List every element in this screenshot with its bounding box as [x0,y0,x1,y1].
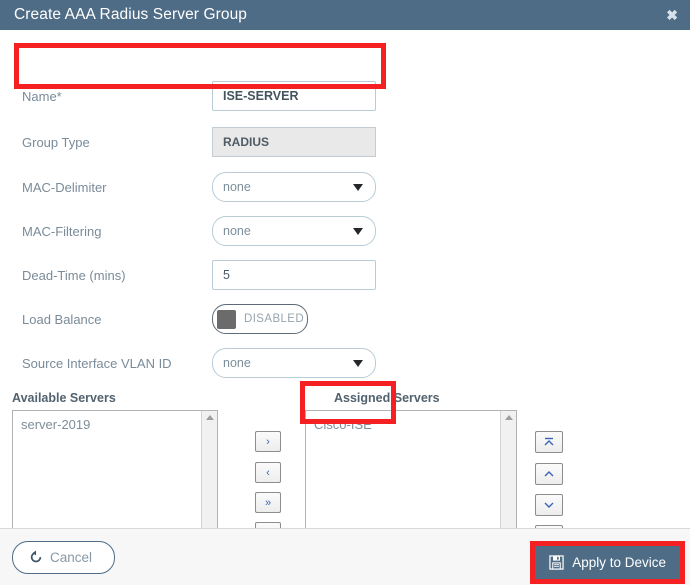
chevron-down-icon [353,183,363,191]
toggle-knob [217,309,236,329]
label-load-balance: Load Balance [22,311,102,327]
label-name: Name* [22,88,62,104]
assigned-servers-scrollbar[interactable] [500,411,516,542]
field-row-load-balance: Load Balance DISABLED [22,304,382,334]
mac-delimiter-select[interactable]: none [212,172,376,202]
available-servers-items: server-2019 [13,411,201,542]
label-mac-delimiter: MAC-Delimiter [22,179,107,195]
mac-filtering-select[interactable]: none [212,216,376,246]
field-row-source-interface-vlan-id: Source Interface VLAN ID none [22,348,382,378]
dialog-body: Name* ISE-SERVER Group Type RADIUS MAC-D… [0,30,690,547]
available-servers-list[interactable]: server-2019 [12,410,218,543]
chevron-down-icon [353,227,363,235]
source-interface-vlan-select[interactable]: none [212,348,376,378]
chevron-down-icon [353,359,363,367]
page-title: Create AAA Radius Server Group [14,6,248,23]
label-source-interface-vlan-id: Source Interface VLAN ID [22,355,172,371]
load-balance-toggle[interactable]: DISABLED [212,304,308,334]
field-row-dead-time: Dead-Time (mins) 5 [22,260,382,290]
mac-filtering-value: none [223,224,251,238]
assigned-servers-caption: Assigned Servers [334,391,440,405]
scroll-up-icon[interactable] [504,415,513,420]
apply-to-device-label: Apply to Device [572,555,666,570]
close-icon[interactable]: ✖ [666,8,678,22]
move-down-button[interactable] [535,494,563,516]
save-icon [549,555,564,570]
move-all-right-button[interactable]: » [255,492,281,513]
field-row-group-type: Group Type RADIUS [22,127,382,157]
move-up-button[interactable] [535,463,563,485]
mac-delimiter-value: none [223,180,251,194]
list-item[interactable]: Cisco-ISE [314,416,500,434]
field-row-mac-filtering: MAC-Filtering none [22,216,382,246]
group-type-input: RADIUS [212,127,376,157]
field-row-name: Name* ISE-SERVER [22,81,382,111]
list-item[interactable]: server-2019 [21,416,201,434]
source-interface-vlan-value: none [223,356,251,370]
field-row-mac-delimiter: MAC-Delimiter none [22,172,382,202]
chevron-right-icon: › [266,435,270,448]
dead-time-input[interactable]: 5 [212,260,376,290]
move-to-top-button[interactable] [535,431,563,453]
dialog-header: Create AAA Radius Server Group ✖ [0,0,690,30]
label-dead-time: Dead-Time (mins) [22,267,126,283]
label-mac-filtering: MAC-Filtering [22,223,102,239]
scroll-up-icon[interactable] [205,415,214,420]
move-to-top-icon [544,437,554,446]
move-right-button[interactable]: › [255,431,281,452]
load-balance-state: DISABLED [244,313,305,325]
apply-to-device-highlight: Apply to Device [530,541,685,584]
cancel-button[interactable]: Cancel [12,540,115,574]
chevron-up-icon [544,471,554,477]
assigned-servers-list[interactable]: Cisco-ISE [305,410,517,543]
move-left-button[interactable]: ‹ [255,462,281,483]
available-servers-caption: Available Servers [12,391,116,405]
chevron-down-icon [544,502,554,508]
cancel-button-label: Cancel [50,549,93,565]
undo-icon [30,550,42,563]
chevron-left-icon: ‹ [266,466,270,479]
double-chevron-right-icon: » [264,496,272,509]
apply-to-device-button[interactable]: Apply to Device [535,546,680,579]
available-servers-scrollbar[interactable] [201,411,217,542]
assigned-servers-items: Cisco-ISE [306,411,500,542]
name-input[interactable]: ISE-SERVER [212,81,376,111]
label-group-type: Group Type [22,134,90,150]
